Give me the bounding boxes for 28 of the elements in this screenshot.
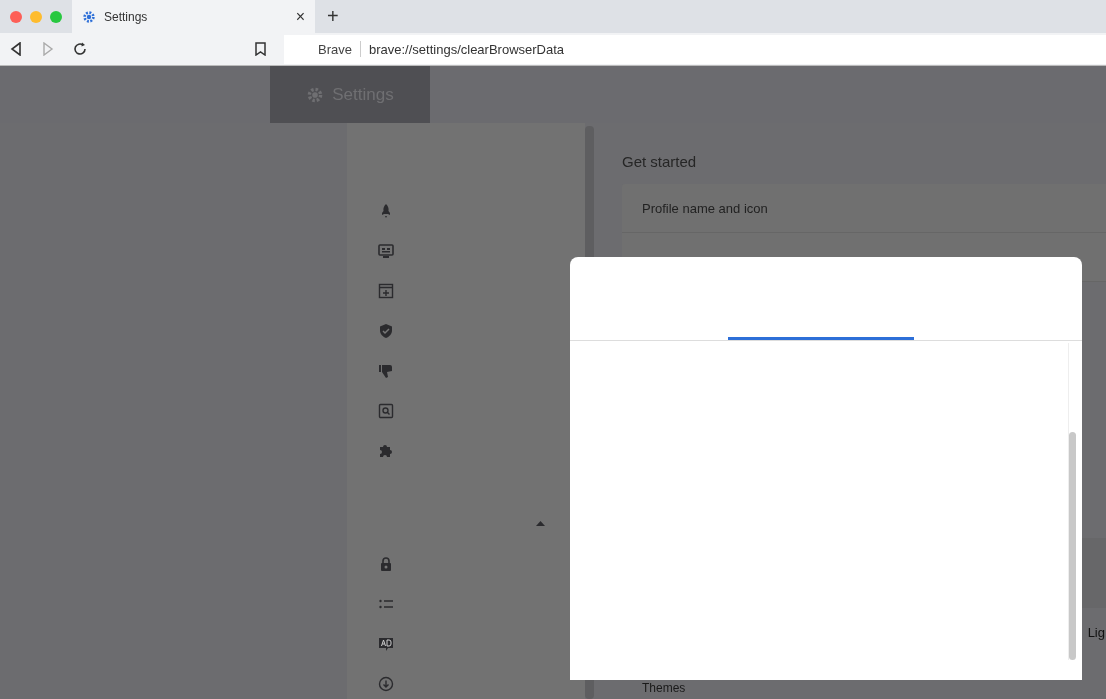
scrollbar-thumb[interactable] — [1069, 432, 1076, 660]
thumbs-down-icon[interactable] — [378, 363, 394, 379]
bookmark-icon[interactable] — [254, 42, 266, 56]
gear-icon — [82, 9, 96, 24]
new-tab-button[interactable]: + — [323, 5, 343, 28]
ad-icon[interactable] — [378, 636, 394, 652]
search-icon[interactable] — [378, 403, 394, 419]
tab-title: Settings — [104, 9, 149, 24]
themes-label: Themes — [642, 681, 687, 695]
zoom-window-button[interactable] — [50, 10, 62, 23]
site-label: Brave — [318, 41, 352, 57]
close-window-button[interactable] — [10, 10, 22, 23]
back-icon[interactable] — [10, 42, 22, 56]
shield-icon[interactable] — [378, 323, 394, 339]
browser-tab[interactable]: Settings × — [72, 0, 315, 33]
caret-icon[interactable] — [536, 521, 545, 526]
section-title: Get started — [622, 153, 698, 170]
gear-icon — [306, 85, 325, 104]
url-text: brave://settings/clearBrowserData — [368, 41, 565, 57]
close-tab-button[interactable]: × — [295, 7, 305, 26]
cut-off-text: Lig — [1087, 625, 1106, 640]
lock-icon[interactable] — [378, 556, 394, 572]
new-tab-icon[interactable] — [378, 283, 394, 299]
download-icon[interactable] — [378, 676, 394, 692]
address-bar[interactable]: Brave brave://settings/clearBrowserData — [284, 34, 1106, 64]
puzzle-icon[interactable] — [378, 443, 394, 459]
reload-icon[interactable] — [73, 42, 87, 56]
forward-icon[interactable] — [42, 42, 54, 56]
